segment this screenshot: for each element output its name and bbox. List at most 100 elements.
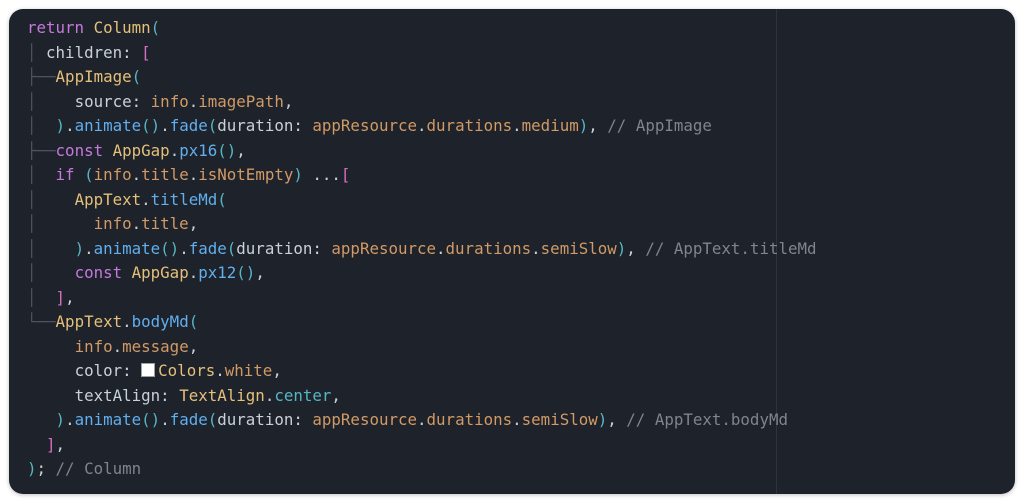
code-token: AppGap bbox=[131, 263, 189, 282]
code-token: , bbox=[65, 287, 75, 307]
code-line[interactable]: info.message, bbox=[27, 335, 817, 360]
code-token: [ bbox=[340, 165, 351, 184]
code-token: : bbox=[293, 410, 313, 429]
indent-guide: │ bbox=[27, 238, 75, 258]
code-token: return bbox=[27, 18, 85, 37]
code-token: title bbox=[141, 214, 189, 233]
code-token: duration bbox=[236, 238, 313, 258]
code-token: duration bbox=[217, 116, 294, 135]
code-token: ( bbox=[84, 165, 94, 184]
code-token: ( bbox=[207, 410, 218, 429]
code-token: . bbox=[215, 361, 225, 380]
code-line[interactable]: textAlign: TextAlign.center, bbox=[27, 384, 817, 409]
code-token: source bbox=[74, 91, 132, 111]
code-token: ( bbox=[150, 18, 161, 37]
code-token: . bbox=[188, 263, 199, 282]
code-token: durations bbox=[426, 410, 513, 429]
code-token: () bbox=[141, 410, 161, 429]
code-line[interactable]: ├──AppImage( bbox=[27, 65, 817, 90]
code-token: durations bbox=[426, 116, 513, 135]
code-token: , bbox=[55, 434, 66, 454]
code-token: . bbox=[131, 165, 142, 184]
code-token: . bbox=[131, 214, 142, 233]
code-line[interactable]: ], bbox=[27, 433, 817, 458]
code-token: . bbox=[512, 410, 522, 429]
code-token: ] bbox=[46, 434, 56, 454]
code-token: ) bbox=[55, 410, 66, 429]
code-token: AppImage bbox=[55, 67, 132, 86]
code-token: . bbox=[188, 91, 199, 111]
code-token: info bbox=[150, 91, 189, 111]
indent-guide: │ bbox=[27, 42, 47, 62]
code-line[interactable]: │ AppText.titleMd( bbox=[27, 188, 817, 213]
code-token: ) bbox=[578, 116, 589, 135]
code-line[interactable]: │ ).animate().fade(duration: appResource… bbox=[27, 237, 817, 262]
code-line[interactable]: ).animate().fade(duration: appResource.d… bbox=[27, 408, 817, 433]
code-token: white bbox=[224, 361, 273, 380]
code-token: ( bbox=[217, 189, 227, 209]
code-token: . bbox=[264, 385, 275, 405]
code-line[interactable]: │ const AppGap.px12(), bbox=[27, 261, 817, 286]
code-token: px16 bbox=[179, 140, 218, 160]
code-line[interactable]: color: Colors.white, bbox=[27, 359, 817, 384]
indent-guide: │ bbox=[27, 165, 56, 184]
code-token: : bbox=[293, 116, 313, 135]
indent-guide: │ bbox=[27, 189, 75, 209]
code-token: , bbox=[272, 361, 282, 380]
code-token: , bbox=[331, 385, 341, 405]
code-token: animate bbox=[74, 410, 142, 429]
code-line[interactable]: return Column( bbox=[27, 16, 817, 41]
code-editor-window: return Column(│ children: [├──AppImage(│… bbox=[9, 9, 1015, 494]
code-token: animate bbox=[93, 238, 161, 258]
code-token: , bbox=[255, 263, 265, 282]
code-token: [ bbox=[141, 42, 151, 62]
code-line[interactable]: │ source: info.imagePath, bbox=[27, 90, 817, 115]
indent-guide: │ bbox=[27, 287, 56, 307]
code-line[interactable]: │ children: [ bbox=[27, 41, 817, 66]
code-token: AppGap bbox=[112, 140, 170, 160]
code-line[interactable]: ├──const AppGap.px16(), bbox=[27, 139, 817, 164]
code-token: ... bbox=[302, 165, 341, 184]
code-comment: // AppText.bodyMd bbox=[626, 410, 788, 429]
code-token: animate bbox=[74, 116, 142, 135]
code-token: message bbox=[122, 336, 189, 356]
code-token: Column bbox=[93, 18, 151, 37]
code-token: , bbox=[283, 91, 294, 111]
code-token: ) bbox=[55, 116, 66, 135]
code-token: center bbox=[274, 385, 332, 405]
code-line[interactable]: │ ], bbox=[27, 286, 817, 311]
indent-guide: │ bbox=[27, 116, 56, 135]
code-token: children bbox=[46, 42, 123, 62]
indent-guide: ├── bbox=[27, 140, 56, 160]
code-line[interactable]: │ info.title, bbox=[27, 212, 817, 237]
code-token: ) bbox=[597, 410, 608, 429]
code-token: info bbox=[93, 214, 132, 233]
code-token: AppText bbox=[74, 189, 142, 209]
indent-guide: └── bbox=[27, 312, 56, 331]
code-line[interactable]: │ ).animate().fade(duration: appResource… bbox=[27, 114, 817, 139]
code-line[interactable]: ); // Column bbox=[27, 457, 817, 482]
code-comment: // Column bbox=[55, 459, 142, 478]
code-token: () bbox=[141, 116, 161, 135]
code-token: . bbox=[417, 116, 427, 135]
code-line[interactable]: │ if (info.title.isNotEmpty) ...[ bbox=[27, 163, 817, 188]
code-token: . bbox=[160, 116, 170, 135]
code-block[interactable]: return Column(│ children: [├──AppImage(│… bbox=[27, 16, 817, 482]
code-token: . bbox=[160, 410, 170, 429]
code-token: bodyMd bbox=[131, 312, 189, 331]
code-token: appResource bbox=[312, 410, 418, 429]
code-line[interactable]: └──AppText.bodyMd( bbox=[27, 310, 817, 335]
code-token: . bbox=[65, 410, 75, 429]
code-token: : bbox=[312, 238, 332, 258]
code-token: , bbox=[607, 410, 627, 429]
code-comment: // AppImage bbox=[607, 116, 712, 135]
color-swatch-icon[interactable] bbox=[141, 363, 156, 377]
